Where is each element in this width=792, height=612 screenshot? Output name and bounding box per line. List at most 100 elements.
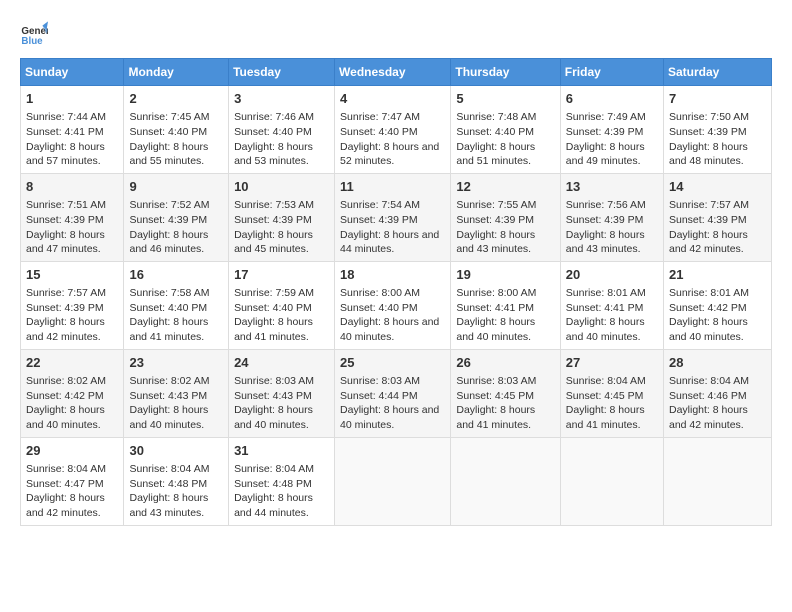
calendar-cell: 10 Sunrise: 7:53 AMSunset: 4:39 PMDayligh… bbox=[229, 173, 335, 261]
calendar-cell bbox=[451, 437, 560, 525]
day-number: 15 bbox=[26, 266, 118, 284]
calendar-cell: 23 Sunrise: 8:02 AMSunset: 4:43 PMDayligh… bbox=[124, 349, 229, 437]
day-number: 22 bbox=[26, 354, 118, 372]
calendar-cell: 6 Sunrise: 7:49 AMSunset: 4:39 PMDaylight… bbox=[560, 86, 663, 174]
day-info: Sunrise: 8:02 AMSunset: 4:43 PMDaylight:… bbox=[129, 374, 223, 433]
logo: General Blue bbox=[20, 20, 52, 48]
calendar-cell: 30 Sunrise: 8:04 AMSunset: 4:48 PMDayligh… bbox=[124, 437, 229, 525]
day-number: 17 bbox=[234, 266, 329, 284]
header-friday: Friday bbox=[560, 59, 663, 86]
day-info: Sunrise: 7:58 AMSunset: 4:40 PMDaylight:… bbox=[129, 286, 223, 345]
day-info: Sunrise: 7:57 AMSunset: 4:39 PMDaylight:… bbox=[26, 286, 118, 345]
day-number: 7 bbox=[669, 90, 766, 108]
day-number: 16 bbox=[129, 266, 223, 284]
calendar-cell: 22 Sunrise: 8:02 AMSunset: 4:42 PMDayligh… bbox=[21, 349, 124, 437]
calendar-cell: 20 Sunrise: 8:01 AMSunset: 4:41 PMDayligh… bbox=[560, 261, 663, 349]
day-number: 12 bbox=[456, 178, 554, 196]
calendar-cell: 16 Sunrise: 7:58 AMSunset: 4:40 PMDayligh… bbox=[124, 261, 229, 349]
day-info: Sunrise: 7:50 AMSunset: 4:39 PMDaylight:… bbox=[669, 110, 766, 169]
day-info: Sunrise: 8:00 AMSunset: 4:40 PMDaylight:… bbox=[340, 286, 445, 345]
day-number: 14 bbox=[669, 178, 766, 196]
day-info: Sunrise: 7:44 AMSunset: 4:41 PMDaylight:… bbox=[26, 110, 118, 169]
header-wednesday: Wednesday bbox=[335, 59, 451, 86]
calendar-cell: 26Sunrise: 8:03 AMSunset: 4:45 PMDayligh… bbox=[451, 349, 560, 437]
week-row-5: 29 Sunrise: 8:04 AMSunset: 4:47 PMDayligh… bbox=[21, 437, 772, 525]
day-number: 6 bbox=[566, 90, 658, 108]
day-info: Sunrise: 8:02 AMSunset: 4:42 PMDaylight:… bbox=[26, 374, 118, 433]
day-number: 11 bbox=[340, 178, 445, 196]
day-info: Sunrise: 7:57 AMSunset: 4:39 PMDaylight:… bbox=[669, 198, 766, 257]
day-number: 21 bbox=[669, 266, 766, 284]
calendar-cell: 14 Sunrise: 7:57 AMSunset: 4:39 PMDayligh… bbox=[664, 173, 772, 261]
calendar-cell: 2 Sunrise: 7:45 AMSunset: 4:40 PMDaylight… bbox=[124, 86, 229, 174]
calendar-cell: 1 Sunrise: 7:44 AMSunset: 4:41 PMDaylight… bbox=[21, 86, 124, 174]
day-number: 30 bbox=[129, 442, 223, 460]
day-info: Sunrise: 8:04 AMSunset: 4:48 PMDaylight:… bbox=[234, 462, 329, 521]
svg-text:Blue: Blue bbox=[21, 36, 43, 47]
calendar-cell: 29 Sunrise: 8:04 AMSunset: 4:47 PMDayligh… bbox=[21, 437, 124, 525]
day-info: Sunrise: 7:48 AMSunset: 4:40 PMDaylight:… bbox=[456, 110, 554, 169]
logo-icon: General Blue bbox=[20, 20, 48, 48]
calendar-cell: 21 Sunrise: 8:01 AMSunset: 4:42 PMDayligh… bbox=[664, 261, 772, 349]
day-info: Sunrise: 7:52 AMSunset: 4:39 PMDaylight:… bbox=[129, 198, 223, 257]
calendar-cell: 25 Sunrise: 8:03 AMSunset: 4:44 PMDayligh… bbox=[335, 349, 451, 437]
header-monday: Monday bbox=[124, 59, 229, 86]
day-number: 27 bbox=[566, 354, 658, 372]
day-number: 1 bbox=[26, 90, 118, 108]
day-info: Sunrise: 7:45 AMSunset: 4:40 PMDaylight:… bbox=[129, 110, 223, 169]
calendar-cell: 11Sunrise: 7:54 AMSunset: 4:39 PMDayligh… bbox=[335, 173, 451, 261]
day-info: Sunrise: 8:04 AMSunset: 4:47 PMDaylight:… bbox=[26, 462, 118, 521]
page-header: General Blue bbox=[20, 20, 772, 48]
calendar-cell: 5 Sunrise: 7:48 AMSunset: 4:40 PMDaylight… bbox=[451, 86, 560, 174]
day-number: 13 bbox=[566, 178, 658, 196]
day-number: 25 bbox=[340, 354, 445, 372]
week-row-3: 15 Sunrise: 7:57 AMSunset: 4:39 PMDayligh… bbox=[21, 261, 772, 349]
calendar-header-row: SundayMondayTuesdayWednesdayThursdayFrid… bbox=[21, 59, 772, 86]
day-number: 18 bbox=[340, 266, 445, 284]
day-number: 31 bbox=[234, 442, 329, 460]
day-info: Sunrise: 7:53 AMSunset: 4:39 PMDaylight:… bbox=[234, 198, 329, 257]
calendar-cell: 9Sunrise: 7:52 AMSunset: 4:39 PMDaylight… bbox=[124, 173, 229, 261]
day-number: 24 bbox=[234, 354, 329, 372]
day-number: 2 bbox=[129, 90, 223, 108]
day-number: 26 bbox=[456, 354, 554, 372]
day-number: 5 bbox=[456, 90, 554, 108]
calendar-cell: 15 Sunrise: 7:57 AMSunset: 4:39 PMDayligh… bbox=[21, 261, 124, 349]
day-number: 19 bbox=[456, 266, 554, 284]
day-info: Sunrise: 8:01 AMSunset: 4:42 PMDaylight:… bbox=[669, 286, 766, 345]
day-info: Sunrise: 7:46 AMSunset: 4:40 PMDaylight:… bbox=[234, 110, 329, 169]
calendar-cell: 4 Sunrise: 7:47 AMSunset: 4:40 PMDaylight… bbox=[335, 86, 451, 174]
day-number: 4 bbox=[340, 90, 445, 108]
calendar-cell bbox=[664, 437, 772, 525]
calendar-cell: 18 Sunrise: 8:00 AMSunset: 4:40 PMDayligh… bbox=[335, 261, 451, 349]
day-info: Sunrise: 8:01 AMSunset: 4:41 PMDaylight:… bbox=[566, 286, 658, 345]
day-info: Sunrise: 7:49 AMSunset: 4:39 PMDaylight:… bbox=[566, 110, 658, 169]
day-number: 23 bbox=[129, 354, 223, 372]
calendar-cell: 3Sunrise: 7:46 AMSunset: 4:40 PMDaylight… bbox=[229, 86, 335, 174]
header-saturday: Saturday bbox=[664, 59, 772, 86]
day-info: Sunrise: 7:47 AMSunset: 4:40 PMDaylight:… bbox=[340, 110, 445, 169]
day-info: Sunrise: 8:04 AMSunset: 4:48 PMDaylight:… bbox=[129, 462, 223, 521]
calendar-cell: 13 Sunrise: 7:56 AMSunset: 4:39 PMDayligh… bbox=[560, 173, 663, 261]
day-number: 29 bbox=[26, 442, 118, 460]
day-info: Sunrise: 7:59 AMSunset: 4:40 PMDaylight:… bbox=[234, 286, 329, 345]
header-thursday: Thursday bbox=[451, 59, 560, 86]
day-info: Sunrise: 8:00 AMSunset: 4:41 PMDaylight:… bbox=[456, 286, 554, 345]
day-info: Sunrise: 7:56 AMSunset: 4:39 PMDaylight:… bbox=[566, 198, 658, 257]
header-tuesday: Tuesday bbox=[229, 59, 335, 86]
day-number: 10 bbox=[234, 178, 329, 196]
week-row-4: 22 Sunrise: 8:02 AMSunset: 4:42 PMDayligh… bbox=[21, 349, 772, 437]
week-row-2: 8 Sunrise: 7:51 AMSunset: 4:39 PMDaylight… bbox=[21, 173, 772, 261]
calendar-cell: 28Sunrise: 8:04 AMSunset: 4:46 PMDayligh… bbox=[664, 349, 772, 437]
day-info: Sunrise: 8:04 AMSunset: 4:45 PMDaylight:… bbox=[566, 374, 658, 433]
day-info: Sunrise: 7:51 AMSunset: 4:39 PMDaylight:… bbox=[26, 198, 118, 257]
day-number: 20 bbox=[566, 266, 658, 284]
week-row-1: 1 Sunrise: 7:44 AMSunset: 4:41 PMDaylight… bbox=[21, 86, 772, 174]
calendar-cell: 17 Sunrise: 7:59 AMSunset: 4:40 PMDayligh… bbox=[229, 261, 335, 349]
day-info: Sunrise: 8:03 AMSunset: 4:43 PMDaylight:… bbox=[234, 374, 329, 433]
calendar-cell: 7 Sunrise: 7:50 AMSunset: 4:39 PMDaylight… bbox=[664, 86, 772, 174]
day-number: 8 bbox=[26, 178, 118, 196]
day-info: Sunrise: 8:03 AMSunset: 4:44 PMDaylight:… bbox=[340, 374, 445, 433]
day-info: Sunrise: 7:55 AMSunset: 4:39 PMDaylight:… bbox=[456, 198, 554, 257]
calendar-cell: 12 Sunrise: 7:55 AMSunset: 4:39 PMDayligh… bbox=[451, 173, 560, 261]
